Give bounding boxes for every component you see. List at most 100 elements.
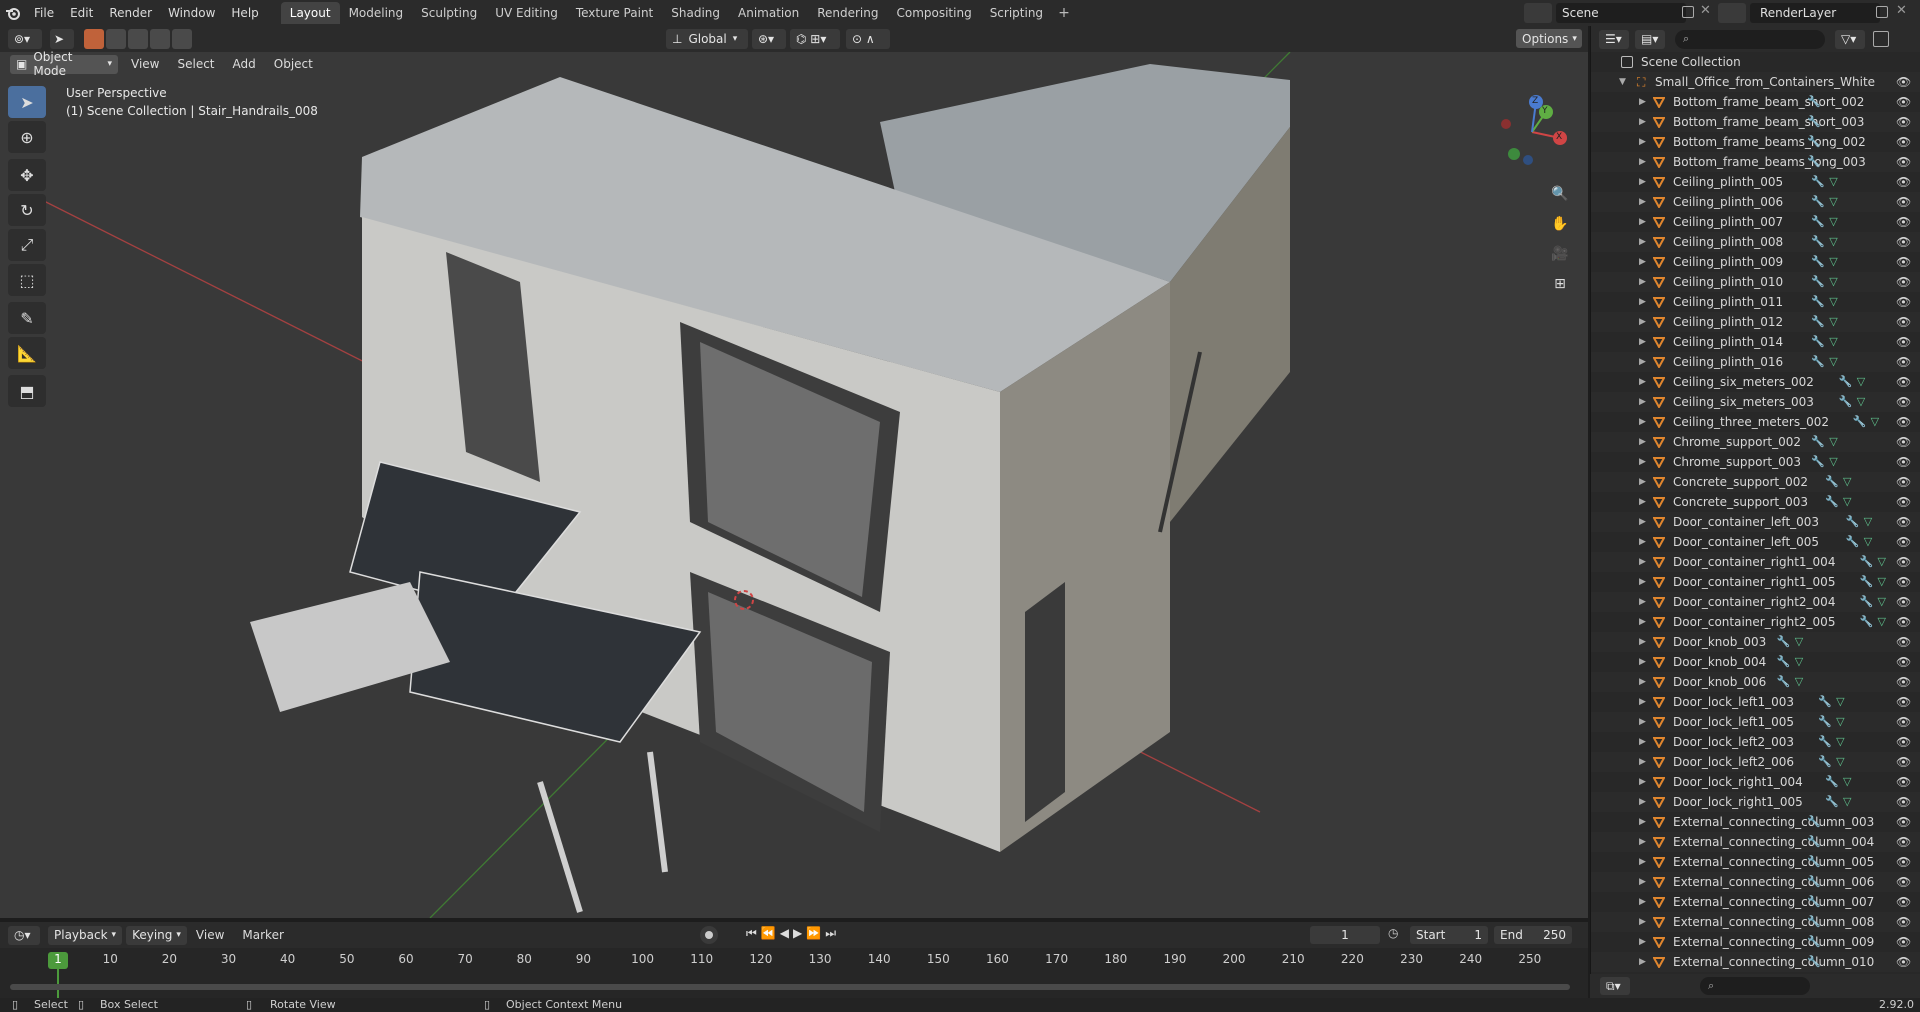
modifier-icon[interactable]: 🔧 [1811,355,1825,369]
visibility-eye-icon[interactable]: 👁 [1896,472,1911,492]
outliner-row[interactable]: ▶ Door_lock_right1_004 🔧 ▽ 👁 [1591,772,1920,792]
expand-arrow-icon[interactable]: ▶ [1639,612,1646,632]
outliner-row[interactable]: ▶ Bottom_frame_beams_long_003 🔧 👁 [1591,152,1920,172]
mesh-data-icon[interactable]: ▽ [1864,515,1876,529]
visibility-eye-icon[interactable]: 👁 [1896,732,1911,752]
visibility-eye-icon[interactable]: 👁 [1896,872,1911,892]
expand-arrow-icon[interactable]: ▶ [1639,732,1646,752]
outliner-row[interactable]: ▶ Ceiling_plinth_008 🔧 ▽ 👁 [1591,232,1920,252]
outliner-row[interactable]: ▶ Ceiling_six_meters_003 🔧 ▽ 👁 [1591,392,1920,412]
modifier-icon[interactable]: 🔧 [1825,795,1839,809]
visibility-eye-icon[interactable]: 👁 [1896,892,1911,912]
expand-arrow-icon[interactable]: ▶ [1639,952,1646,972]
preview-range-icon[interactable]: ◷ [1388,926,1406,944]
start-frame-field[interactable]: Start 1 [1410,926,1488,944]
modifier-icon[interactable]: 🔧 [1807,135,1821,149]
expand-arrow-icon[interactable]: ▶ [1639,212,1646,232]
visibility-eye-icon[interactable]: 👁 [1896,452,1911,472]
visibility-eye-icon[interactable]: 👁 [1896,712,1911,732]
modifier-icon[interactable]: 🔧 [1860,615,1874,629]
menu-render[interactable]: Render [101,6,160,20]
mesh-data-icon[interactable]: ▽ [1843,475,1855,489]
visibility-eye-icon[interactable]: 👁 [1896,372,1911,392]
modifier-icon[interactable]: 🔧 [1811,215,1825,229]
expand-arrow-icon[interactable]: ▶ [1639,692,1646,712]
outliner-row[interactable]: ▶ Ceiling_six_meters_002 🔧 ▽ 👁 [1591,372,1920,392]
pan-hand-icon[interactable]: ✋ [1546,210,1574,238]
timeline-scrollbar[interactable] [10,984,1570,990]
expand-arrow-icon[interactable]: ▶ [1639,472,1646,492]
modifier-icon[interactable]: 🔧 [1807,935,1821,949]
outliner-row[interactable]: ▶ Door_lock_right1_005 🔧 ▽ 👁 [1591,792,1920,812]
outliner-row[interactable]: ▶ External_connecting_column_007 🔧 👁 [1591,892,1920,912]
expand-arrow-icon[interactable]: ▶ [1639,852,1646,872]
outliner-row[interactable]: ▶ Ceiling_plinth_010 🔧 ▽ 👁 [1591,272,1920,292]
mesh-data-icon[interactable]: ▽ [1829,175,1841,189]
mesh-data-icon[interactable]: ▽ [1829,295,1841,309]
viewport-menu-add[interactable]: Add [224,57,265,71]
mesh-data-icon[interactable]: ▽ [1829,455,1841,469]
expand-arrow-icon[interactable]: ▶ [1639,272,1646,292]
visibility-eye-icon[interactable]: 👁 [1896,432,1911,452]
outliner-row[interactable]: ▶ External_connecting_column_008 🔧 👁 [1591,912,1920,932]
delete-view-layer-icon[interactable]: ✕ [1896,3,1907,18]
modifier-icon[interactable]: 🔧 [1807,95,1821,109]
modifier-icon[interactable]: 🔧 [1807,915,1821,929]
mesh-data-icon[interactable]: ▽ [1795,655,1807,669]
viewport-menu-view[interactable]: View [122,57,168,71]
visibility-eye-icon[interactable]: 👁 [1896,792,1911,812]
mesh-data-icon[interactable]: ▽ [1843,775,1855,789]
visibility-eye-icon[interactable]: 👁 [1896,232,1911,252]
visibility-eye-icon[interactable]: 👁 [1896,812,1911,832]
visibility-eye-icon[interactable]: 👁 [1896,392,1911,412]
jump-keyframe-forward-icon[interactable]: ⏩ [806,926,821,941]
expand-arrow-icon[interactable]: ▶ [1639,112,1646,132]
mesh-data-icon[interactable]: ▽ [1829,435,1841,449]
visibility-eye-icon[interactable]: 👁 [1896,652,1911,672]
mesh-data-icon[interactable]: ▽ [1795,675,1807,689]
timeline-marker-menu[interactable]: Marker [233,928,292,942]
properties-editor-type-icon[interactable]: ⧉▾ [1600,977,1630,995]
play-reverse-icon[interactable]: ◀ [780,926,789,941]
expand-arrow-icon[interactable]: ▶ [1639,452,1646,472]
outliner-row[interactable]: ▶ Ceiling_plinth_016 🔧 ▽ 👁 [1591,352,1920,372]
mesh-data-icon[interactable]: ▽ [1829,275,1841,289]
outliner-row[interactable]: ▶ Door_lock_left2_006 🔧 ▽ 👁 [1591,752,1920,772]
outliner-row[interactable]: ▶ Ceiling_plinth_009 🔧 ▽ 👁 [1591,252,1920,272]
select-invert-icon[interactable] [150,29,170,49]
modifier-icon[interactable]: 🔧 [1811,455,1825,469]
modifier-icon[interactable]: 🔧 [1807,875,1821,889]
expand-arrow-icon[interactable]: ▼ [1619,72,1626,92]
keying-menu[interactable]: Keying ▾ [126,925,187,945]
modifier-icon[interactable]: 🔧 [1846,515,1860,529]
mesh-data-icon[interactable]: ▽ [1871,415,1883,429]
expand-arrow-icon[interactable]: ▶ [1639,792,1646,812]
mesh-data-icon[interactable]: ▽ [1878,595,1890,609]
outliner-row[interactable]: ▶ External_connecting_column_009 🔧 👁 [1591,932,1920,952]
outliner-row[interactable]: ▶ Ceiling_plinth_014 🔧 ▽ 👁 [1591,332,1920,352]
outliner-row[interactable]: ▶ External_connecting_column_005 🔧 👁 [1591,852,1920,872]
expand-arrow-icon[interactable]: ▶ [1639,832,1646,852]
outliner-search-input[interactable]: ⌕ [1675,29,1825,49]
mesh-data-icon[interactable]: ▽ [1836,695,1848,709]
camera-view-icon[interactable]: 🎥 [1546,240,1574,268]
modifier-icon[interactable]: 🔧 [1811,175,1825,189]
playback-menu[interactable]: Playback ▾ [48,925,123,945]
mesh-data-icon[interactable]: ▽ [1878,615,1890,629]
transform-tool-icon[interactable]: ⬚ [8,264,46,296]
rotate-tool-icon[interactable]: ↻ [8,194,46,226]
mesh-data-icon[interactable]: ▽ [1836,715,1848,729]
expand-arrow-icon[interactable]: ▶ [1639,552,1646,572]
expand-arrow-icon[interactable]: ▶ [1639,572,1646,592]
modifier-icon[interactable]: 🔧 [1825,495,1839,509]
new-view-layer-icon[interactable] [1876,6,1888,18]
outliner-row[interactable]: ▶ External_connecting_column_003 🔧 👁 [1591,812,1920,832]
mesh-data-icon[interactable]: ▽ [1857,395,1869,409]
expand-arrow-icon[interactable]: ▶ [1639,372,1646,392]
modifier-icon[interactable]: 🔧 [1811,235,1825,249]
outliner-row[interactable]: ▶ External_connecting_column_004 🔧 👁 [1591,832,1920,852]
new-collection-icon[interactable] [1873,31,1889,47]
visibility-eye-icon[interactable]: 👁 [1896,752,1911,772]
perspective-grid-icon[interactable]: ⊞ [1546,270,1574,298]
visibility-eye-icon[interactable]: 👁 [1896,772,1911,792]
